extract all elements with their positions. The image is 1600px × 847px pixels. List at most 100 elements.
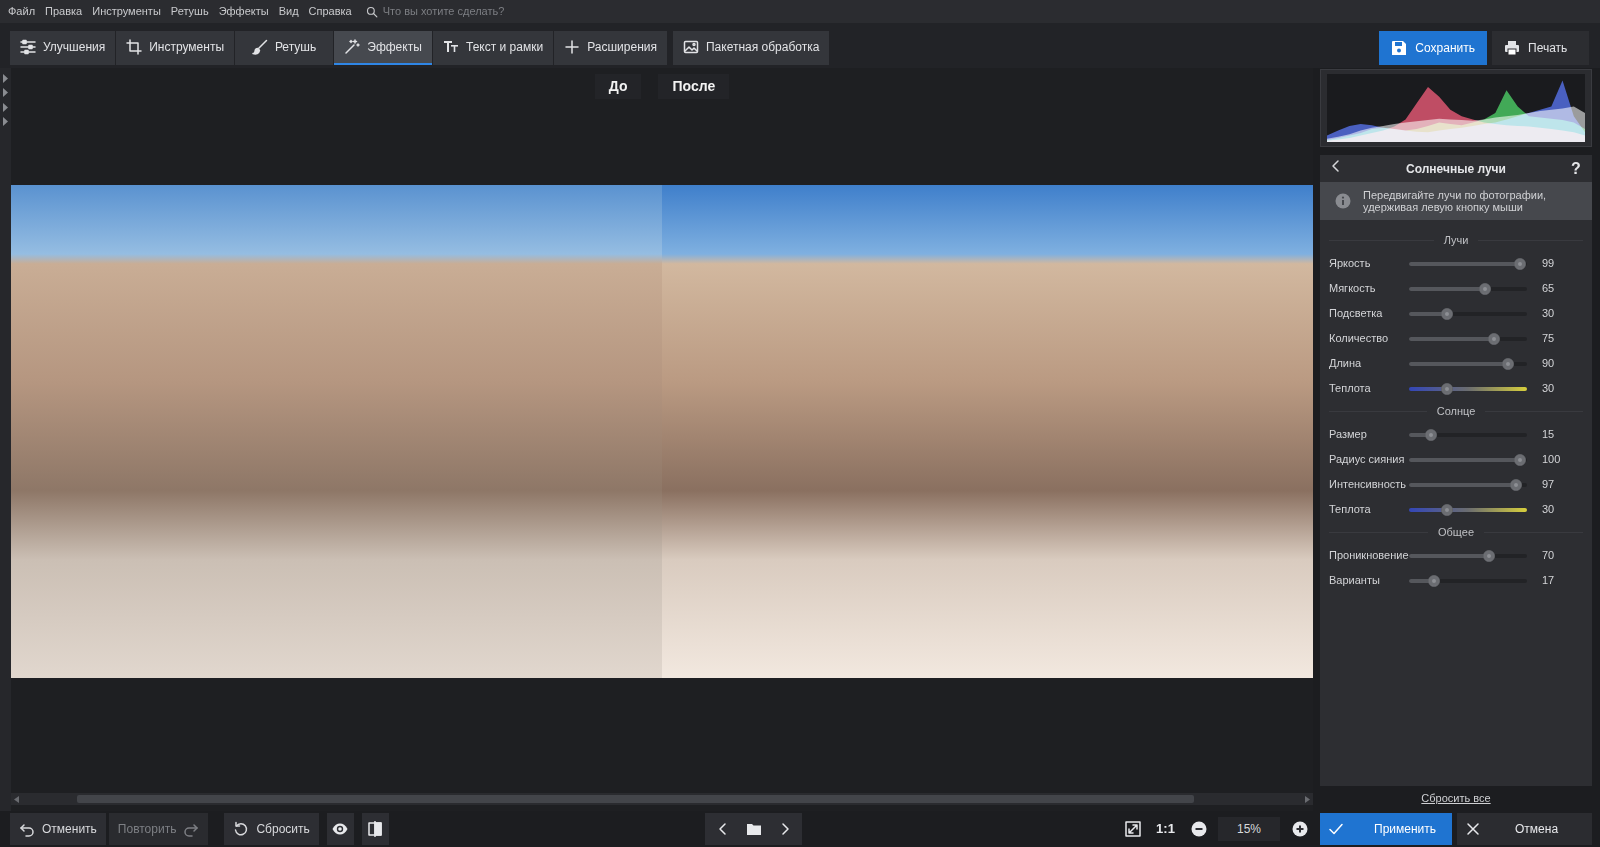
slider-label: Подсветка bbox=[1329, 305, 1409, 322]
slider-thumb[interactable] bbox=[1488, 333, 1500, 345]
horizontal-scrollbar[interactable] bbox=[11, 793, 1313, 805]
slider-thumb[interactable] bbox=[1510, 479, 1522, 491]
slider-row: Теплота 30 bbox=[1329, 376, 1583, 401]
tab-label: Эффекты bbox=[367, 38, 422, 56]
magnifier-icon bbox=[366, 6, 378, 18]
menu-item[interactable]: Ретушь bbox=[171, 3, 209, 20]
split-view-icon bbox=[367, 821, 383, 837]
print-button[interactable]: Печать bbox=[1492, 31, 1589, 65]
slider-thumb[interactable] bbox=[1514, 258, 1526, 270]
zoom-out-button[interactable] bbox=[1185, 813, 1212, 845]
canvas: До После bbox=[11, 68, 1313, 811]
section-title: Общее bbox=[1329, 522, 1583, 543]
scroll-thumb[interactable] bbox=[77, 795, 1194, 803]
workspace: До После Солнечные лучи?Передвигайте лучи… bbox=[0, 68, 1600, 811]
undo-label: Отменить bbox=[42, 820, 97, 838]
menu-item[interactable]: Правка bbox=[45, 3, 82, 20]
checkmark-icon bbox=[1328, 821, 1344, 837]
reset-arrow-icon bbox=[233, 821, 249, 837]
slider-row: Яркость99 bbox=[1329, 251, 1583, 276]
help-button[interactable]: ? bbox=[1568, 157, 1584, 181]
plus-icon bbox=[564, 39, 580, 55]
menu-item[interactable]: Справка bbox=[309, 3, 352, 20]
tab[interactable]: Расширения bbox=[554, 31, 667, 65]
slider-track[interactable] bbox=[1409, 287, 1527, 291]
slider-thumb[interactable] bbox=[1428, 575, 1440, 587]
slider-label: Мягкость bbox=[1329, 280, 1409, 297]
tab[interactable]: Эффекты bbox=[334, 31, 432, 65]
slider-label: Радиус сияния bbox=[1329, 451, 1409, 468]
after-photo[interactable] bbox=[662, 185, 1313, 678]
slider-row: Количество75 bbox=[1329, 326, 1583, 351]
cancel-button[interactable]: Отмена bbox=[1457, 813, 1592, 845]
expand-arrow-icon bbox=[2, 86, 9, 101]
slider-row: Размер15 bbox=[1329, 422, 1583, 447]
reset-button[interactable]: Сбросить bbox=[224, 813, 318, 845]
slider-track[interactable] bbox=[1409, 387, 1527, 391]
slider-track[interactable] bbox=[1409, 579, 1527, 583]
save-button[interactable]: Сохранить bbox=[1379, 31, 1487, 65]
slider-thumb[interactable] bbox=[1441, 383, 1453, 395]
photo-compare bbox=[11, 185, 1313, 678]
slider-value: 30 bbox=[1542, 380, 1554, 397]
slider-thumb[interactable] bbox=[1483, 550, 1495, 562]
zoom-in-button[interactable] bbox=[1286, 813, 1313, 845]
slider-thumb[interactable] bbox=[1502, 358, 1514, 370]
info-line: удерживая левую кнопку мыши bbox=[1363, 201, 1546, 213]
slider-track[interactable] bbox=[1409, 337, 1527, 341]
actual-size-button[interactable]: 1:1 bbox=[1152, 813, 1179, 845]
next-button[interactable] bbox=[771, 813, 798, 845]
back-button[interactable] bbox=[1328, 158, 1344, 179]
slider-label: Теплота bbox=[1329, 380, 1409, 397]
menu-item[interactable]: Инструменты bbox=[92, 3, 161, 20]
tab[interactable]: Ретушь bbox=[235, 31, 333, 65]
slider-track[interactable] bbox=[1409, 362, 1527, 366]
slider-thumb[interactable] bbox=[1441, 308, 1453, 320]
slider-fill bbox=[1409, 312, 1447, 316]
undo-button[interactable]: Отменить bbox=[10, 813, 106, 845]
slider-thumb[interactable] bbox=[1441, 504, 1453, 516]
slider-track[interactable] bbox=[1409, 458, 1527, 462]
bottom-bar: Отменить Повторить Сбросить 1:1 15% Применить… bbox=[0, 811, 1600, 847]
slider-track[interactable] bbox=[1409, 312, 1527, 316]
tab[interactable]: Инструменты bbox=[116, 31, 234, 65]
slider-track[interactable] bbox=[1409, 483, 1527, 487]
apply-button[interactable]: Применить bbox=[1320, 813, 1452, 845]
slider-row: Проникновение70 bbox=[1329, 543, 1583, 568]
slider-track[interactable] bbox=[1409, 433, 1527, 437]
slider-label: Интенсивность bbox=[1329, 476, 1409, 493]
zoom-field[interactable]: 15% bbox=[1218, 817, 1280, 841]
slider-thumb[interactable] bbox=[1479, 283, 1491, 295]
open-folder-button[interactable] bbox=[740, 813, 767, 845]
slider-track[interactable] bbox=[1409, 262, 1527, 266]
crop-icon bbox=[126, 39, 142, 55]
slider-track[interactable] bbox=[1409, 554, 1527, 558]
compare-button[interactable] bbox=[362, 813, 389, 845]
menu-item[interactable]: Файл bbox=[8, 3, 35, 20]
section-label: Лучи bbox=[1444, 232, 1469, 249]
search-input[interactable] bbox=[383, 3, 603, 20]
magic-wand-icon bbox=[344, 39, 360, 55]
redo-button[interactable]: Повторить bbox=[109, 813, 209, 845]
tab[interactable]: Улучшения bbox=[10, 31, 115, 65]
menu-item[interactable]: Вид bbox=[279, 3, 299, 20]
batch-button[interactable]: Пакетная обработка bbox=[673, 31, 829, 65]
before-label: До bbox=[595, 74, 642, 99]
slider-thumb[interactable] bbox=[1425, 429, 1437, 441]
menu-item[interactable]: Эффекты bbox=[219, 3, 269, 20]
folder-icon bbox=[746, 821, 762, 837]
tab-label: Текст и рамки bbox=[466, 38, 543, 56]
slider-fill bbox=[1409, 554, 1489, 558]
print-label: Печать bbox=[1528, 39, 1567, 57]
slider-track[interactable] bbox=[1409, 508, 1527, 512]
slider-value: 97 bbox=[1542, 476, 1554, 493]
slider-thumb[interactable] bbox=[1514, 454, 1526, 466]
preview-button[interactable] bbox=[327, 813, 354, 845]
after-label: После bbox=[658, 74, 729, 99]
slider-fill bbox=[1409, 387, 1447, 391]
effect-panel: Солнечные лучи?Передвигайте лучи по фото… bbox=[1320, 155, 1592, 786]
fit-button[interactable] bbox=[1119, 813, 1146, 845]
tab[interactable]: Текст и рамки bbox=[433, 31, 553, 65]
previous-button[interactable] bbox=[709, 813, 736, 845]
reset-all-link[interactable]: Сбросить все bbox=[1421, 790, 1490, 807]
